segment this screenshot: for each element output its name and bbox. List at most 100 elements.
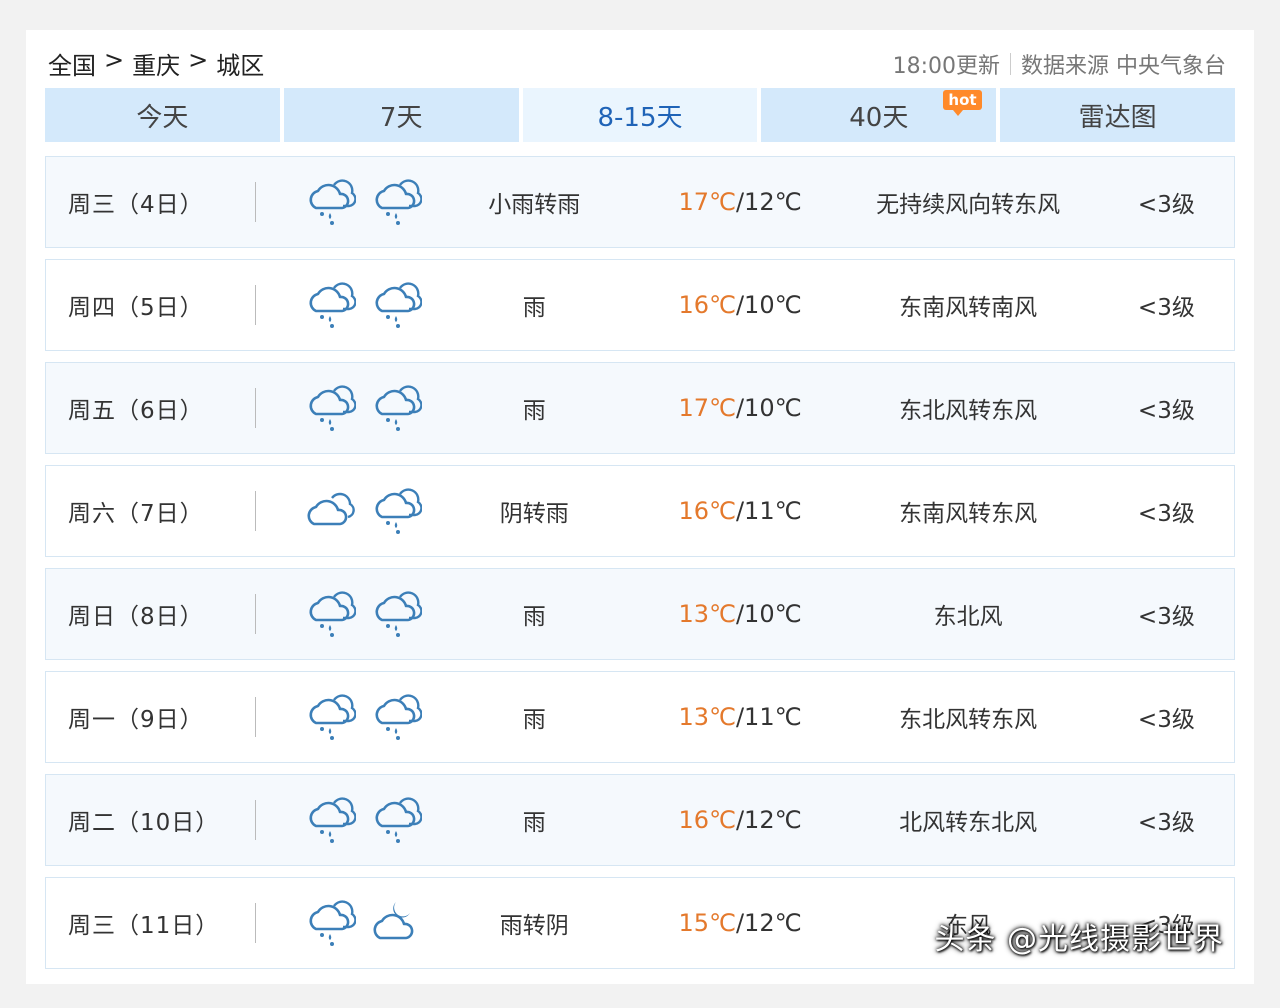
day-label: 周三（11日） (68, 913, 220, 939)
cloud-moon-icon (370, 896, 422, 950)
wind-direction: 东北风 (933, 604, 1003, 630)
cloud-rain-icon (370, 175, 423, 229)
temp-low: /11℃ (735, 497, 802, 525)
forecast-row: 周六（7日） 阴转雨 16℃/11℃ 东南风转东风 <3级 (45, 465, 1235, 557)
forecast-row: 周一（9日） 雨 13℃/11℃ 东北风转东风 <3级 (45, 671, 1235, 763)
tab-today[interactable]: 今天 (45, 88, 280, 142)
day-label: 周一（9日） (68, 707, 204, 733)
tab-40-days[interactable]: 40天 hot (761, 88, 997, 142)
day-label: 周五（6日） (68, 398, 204, 424)
tab-label: 8-15天 (597, 102, 683, 133)
forecast-row: 周日（8日） 雨 13℃/10℃ 东北风 <3级 (45, 568, 1235, 660)
temperature: 13℃/10℃ (651, 600, 830, 628)
weather-icons (256, 278, 457, 332)
day-label: 周六（7日） (68, 501, 204, 527)
weather-desc: 雨 (522, 604, 546, 630)
wind-direction: 东南风转南风 (899, 295, 1038, 321)
cloud-rain-icon (370, 484, 423, 538)
breadcrumb-district[interactable]: 城区 (216, 46, 264, 81)
forecast-row: 周五（6日） 雨 17℃/10℃ 东北风转东风 <3级 (45, 362, 1235, 454)
weather-icons (256, 587, 457, 641)
temperature: 17℃/12℃ (651, 188, 830, 216)
cloud-rain-icon (304, 793, 357, 847)
tab-label: 雷达图 (1078, 102, 1157, 133)
tab-7-days[interactable]: 7天 (283, 88, 519, 142)
update-time: 18:00更新 (892, 54, 1000, 79)
weather-icons (256, 484, 457, 538)
cloud-rain-icon (304, 175, 357, 229)
weather-desc: 雨 (522, 810, 546, 836)
temp-low: /10℃ (735, 600, 802, 628)
temp-low: /12℃ (735, 806, 802, 834)
wind-direction: 东北风转东风 (899, 398, 1038, 424)
wind-level: <3级 (1137, 501, 1195, 527)
temp-high: 16℃ (678, 497, 736, 525)
weather-card: 全国 > 重庆 > 城区 18:00更新 数据来源 中央气象台 今天 7天 8-… (26, 30, 1254, 984)
breadcrumb: 全国 > 重庆 > 城区 (48, 46, 264, 81)
forecast-row: 周四（5日） 雨 16℃/10℃ 东南风转南风 <3级 (45, 259, 1235, 351)
breadcrumb-nation[interactable]: 全国 (48, 46, 96, 81)
temp-high: 16℃ (678, 291, 736, 319)
weather-desc: 小雨转雨 (488, 192, 581, 218)
temp-high: 13℃ (678, 703, 736, 731)
cloud-rain-icon (304, 381, 357, 435)
wind-direction: 无持续风向转东风 (876, 192, 1061, 218)
temp-low: /12℃ (735, 909, 802, 937)
update-meta: 18:00更新 数据来源 中央气象台 (893, 48, 1226, 80)
cloud-overcast-icon (304, 484, 356, 538)
day-label: 周三（4日） (68, 192, 204, 218)
temp-high: 16℃ (678, 806, 736, 834)
temp-high: 17℃ (678, 188, 736, 216)
cloud-rain-icon (304, 690, 357, 744)
weather-desc: 雨转阴 (499, 913, 569, 939)
temp-low: /11℃ (735, 703, 802, 731)
cloud-rain-icon (370, 587, 423, 641)
forecast-tabs: 今天 7天 8-15天 40天 hot 雷达图 (45, 88, 1235, 142)
breadcrumb-separator: > (104, 46, 125, 74)
data-source: 数据来源 中央气象台 (1021, 54, 1226, 79)
temperature: 16℃/11℃ (651, 497, 830, 525)
weather-desc: 雨 (522, 398, 546, 424)
breadcrumb-separator: > (188, 46, 209, 74)
tab-8-15-days[interactable]: 8-15天 (522, 88, 758, 142)
temp-high: 15℃ (678, 909, 736, 937)
wind-level: <3级 (1137, 398, 1195, 424)
wind-direction: 东北风转东风 (899, 707, 1038, 733)
wind-level: <3级 (1137, 707, 1195, 733)
wind-direction: 东南风转东风 (899, 501, 1038, 527)
forecast-row: 周三（4日） 小雨转雨 17℃/12℃ 无持续风向转东风 <3级 (45, 156, 1235, 248)
weather-icons (256, 381, 457, 435)
wind-level: <3级 (1137, 810, 1195, 836)
forecast-list: 周三（4日） 小雨转雨 17℃/12℃ 无持续风向转东风 <3级 周四（5日） … (45, 156, 1235, 980)
wind-level: <3级 (1137, 295, 1195, 321)
cloud-rain-icon (370, 381, 423, 435)
temperature: 16℃/10℃ (651, 291, 830, 319)
temp-high: 17℃ (678, 394, 736, 422)
cloud-rain-icon (304, 587, 357, 641)
tab-label: 7天 (379, 102, 423, 133)
weather-icons (256, 690, 457, 744)
weather-desc: 雨 (522, 295, 546, 321)
temp-low: /10℃ (735, 291, 802, 319)
cloud-rain-icon (304, 278, 357, 332)
weather-desc: 阴转雨 (499, 501, 569, 527)
tab-label: 今天 (136, 102, 189, 133)
wind-level: <3级 (1137, 192, 1195, 218)
wind-direction: 北风转东北风 (899, 810, 1038, 836)
day-label: 周日（8日） (68, 604, 204, 630)
weather-desc: 雨 (522, 707, 546, 733)
wind-level: <3级 (1137, 604, 1195, 630)
temp-high: 13℃ (678, 600, 736, 628)
temperature: 16℃/12℃ (651, 806, 830, 834)
tab-label: 40天 (849, 102, 909, 133)
top-bar: 全国 > 重庆 > 城区 18:00更新 数据来源 中央气象台 (26, 30, 1254, 88)
tab-radar[interactable]: 雷达图 (1000, 88, 1235, 142)
watermark: 头条 @光线摄影世界 (934, 922, 1224, 957)
weather-icons (256, 793, 457, 847)
temp-low: /10℃ (735, 394, 802, 422)
temperature: 17℃/10℃ (651, 394, 830, 422)
forecast-row: 周二（10日） 雨 16℃/12℃ 北风转东北风 <3级 (45, 774, 1235, 866)
breadcrumb-city[interactable]: 重庆 (132, 46, 180, 81)
cloud-rain-icon (370, 278, 423, 332)
day-label: 周二（10日） (68, 810, 220, 836)
